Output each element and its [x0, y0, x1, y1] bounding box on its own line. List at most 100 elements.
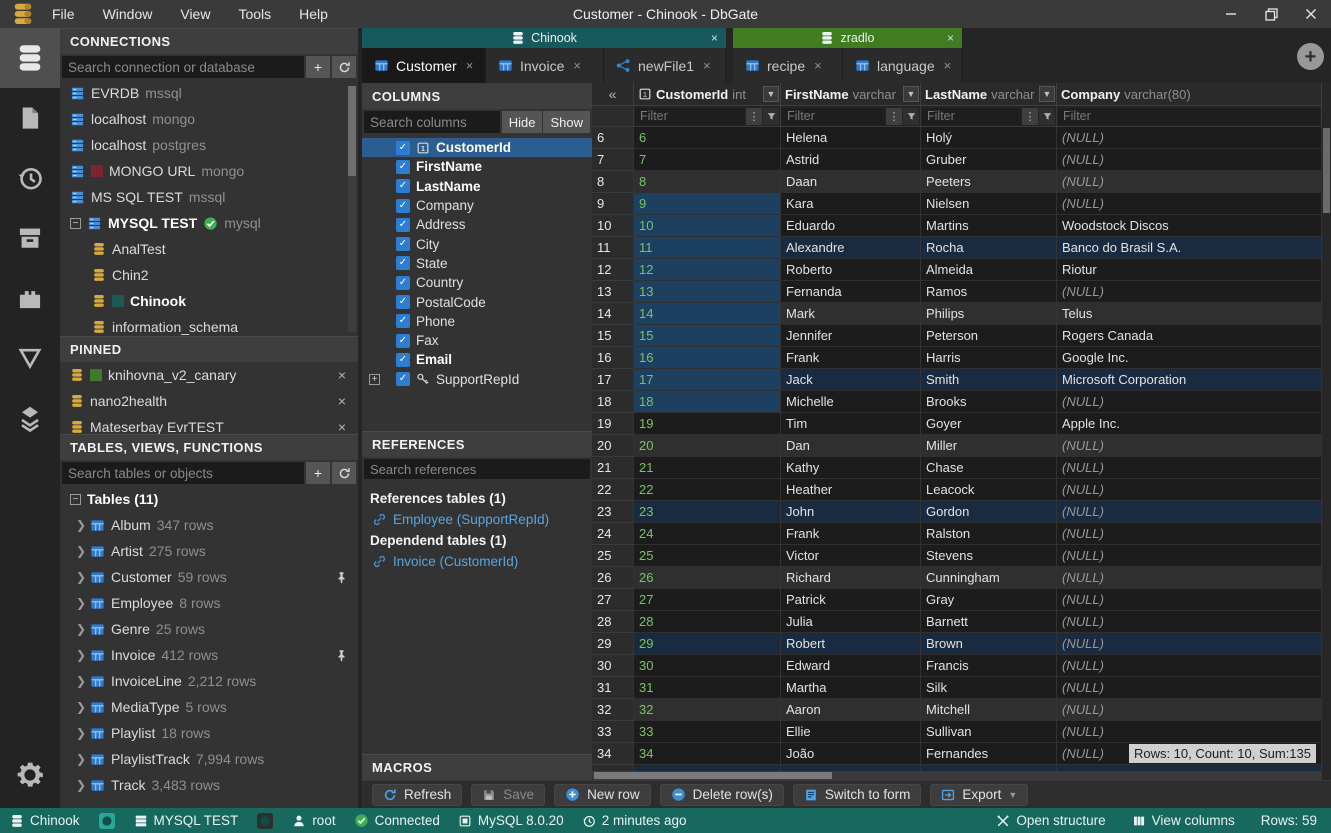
- cell-lastname[interactable]: Barnett: [921, 611, 1057, 633]
- cell-firstname[interactable]: Roberto: [781, 259, 921, 281]
- close-tab-icon[interactable]: ×: [573, 58, 581, 73]
- column-checkbox[interactable]: ✓: [396, 295, 410, 309]
- table-item[interactable]: ❯PlaylistTrack7,994 rows: [60, 746, 358, 772]
- rail-history-icon[interactable]: [0, 148, 60, 208]
- column-checkbox[interactable]: ✓: [396, 334, 410, 348]
- column-item[interactable]: ✓Fax: [362, 331, 592, 350]
- cell-customerid[interactable]: 31: [634, 677, 781, 699]
- rail-filter-triangle-icon[interactable]: [0, 328, 60, 388]
- cell-customerid[interactable]: 14: [634, 303, 781, 325]
- tab-recipe[interactable]: recipe×: [733, 48, 843, 83]
- row-number[interactable]: 9: [592, 193, 634, 215]
- cell-customerid[interactable]: 22: [634, 479, 781, 501]
- cell-customerid[interactable]: 9: [634, 193, 781, 215]
- connection-item[interactable]: −MYSQL TESTmysql: [60, 210, 358, 236]
- row-number[interactable]: 25: [592, 545, 634, 567]
- cell-customerid[interactable]: 25: [634, 545, 781, 567]
- cell-firstname[interactable]: Edward: [781, 655, 921, 677]
- funnel-icon[interactable]: [1039, 108, 1055, 125]
- cell-firstname[interactable]: Tim: [781, 413, 921, 435]
- connection-item[interactable]: localhostpostgres: [60, 132, 358, 158]
- menu-file[interactable]: File: [52, 6, 75, 22]
- chevron-right-icon[interactable]: ❯: [76, 674, 84, 688]
- close-group-icon[interactable]: ×: [711, 31, 718, 45]
- rail-database-icon[interactable]: [0, 28, 60, 88]
- cell-company[interactable]: Riotur: [1057, 259, 1322, 281]
- cell-lastname[interactable]: Peeters: [921, 171, 1057, 193]
- row-number[interactable]: 15: [592, 325, 634, 347]
- column-checkbox[interactable]: ✓: [396, 276, 410, 290]
- cell-customerid[interactable]: 18: [634, 391, 781, 413]
- column-item[interactable]: ✓PostalCode: [362, 292, 592, 311]
- pinned-item[interactable]: knihovna_v2_canary×: [60, 362, 358, 388]
- cell-customerid[interactable]: 33: [634, 721, 781, 743]
- new-tab-button[interactable]: +: [1297, 43, 1324, 70]
- show-columns-button[interactable]: Show: [543, 111, 590, 133]
- chevron-right-icon[interactable]: ❯: [76, 752, 84, 766]
- cell-lastname[interactable]: Fernandes: [921, 743, 1057, 765]
- refresh-tables-button[interactable]: [332, 462, 356, 484]
- refresh-connections-button[interactable]: [332, 56, 356, 78]
- row-number[interactable]: 26: [592, 567, 634, 589]
- cell-lastname[interactable]: Ramos: [921, 281, 1057, 303]
- connection-item[interactable]: information_schema: [60, 314, 358, 336]
- rail-layers-icon[interactable]: [0, 388, 60, 448]
- cell-lastname[interactable]: Gray: [921, 589, 1057, 611]
- row-number[interactable]: 8: [592, 171, 634, 193]
- unpin-close-icon[interactable]: ×: [338, 419, 346, 434]
- minimize-button[interactable]: [1211, 0, 1251, 28]
- chevron-right-icon[interactable]: ❯: [76, 570, 84, 584]
- cell-lastname[interactable]: Nielsen: [921, 193, 1057, 215]
- cell-firstname[interactable]: Martha: [781, 677, 921, 699]
- table-item[interactable]: ❯MediaType5 rows: [60, 694, 358, 720]
- cell-customerid[interactable]: 19: [634, 413, 781, 435]
- hide-columns-button[interactable]: Hide: [502, 111, 543, 133]
- cell-lastname[interactable]: Ralston: [921, 523, 1057, 545]
- status-view-columns[interactable]: View columns: [1132, 813, 1235, 828]
- add-table-button[interactable]: +: [306, 462, 330, 484]
- cell-customerid[interactable]: 23: [634, 501, 781, 523]
- cell-firstname[interactable]: Patrick: [781, 589, 921, 611]
- cell-firstname[interactable]: Victor: [781, 545, 921, 567]
- tables-group-row[interactable]: −Tables (11): [60, 486, 358, 512]
- cell-customerid[interactable]: 12: [634, 259, 781, 281]
- cell-firstname[interactable]: Aaron: [781, 699, 921, 721]
- cell-firstname[interactable]: Heather: [781, 479, 921, 501]
- cell-company[interactable]: (NULL): [1057, 149, 1322, 171]
- table-item[interactable]: ❯InvoiceLine2,212 rows: [60, 668, 358, 694]
- pinned-item[interactable]: nano2health×: [60, 388, 358, 414]
- rail-plugin-icon[interactable]: [0, 268, 60, 328]
- chevron-right-icon[interactable]: ❯: [76, 700, 84, 714]
- tab-language[interactable]: language×: [843, 48, 962, 83]
- cell-company[interactable]: (NULL): [1057, 435, 1322, 457]
- column-item[interactable]: ✓Country: [362, 273, 592, 292]
- row-number[interactable]: 28: [592, 611, 634, 633]
- menu-help[interactable]: Help: [299, 6, 328, 22]
- cell-company[interactable]: (NULL): [1057, 545, 1322, 567]
- column-checkbox[interactable]: ✓: [396, 237, 410, 251]
- cell-firstname[interactable]: Alexandre: [781, 237, 921, 259]
- rail-file-icon[interactable]: [0, 88, 60, 148]
- connection-item[interactable]: AnalTest: [60, 236, 358, 262]
- table-item[interactable]: ❯Customer59 rows: [60, 564, 358, 590]
- row-number[interactable]: 10: [592, 215, 634, 237]
- table-item[interactable]: ❯Employee8 rows: [60, 590, 358, 616]
- column-dropdown-icon[interactable]: ▼: [1039, 86, 1055, 102]
- cell-company[interactable]: Woodstock Discos: [1057, 215, 1322, 237]
- row-number[interactable]: 23: [592, 501, 634, 523]
- column-item[interactable]: ✓Phone: [362, 312, 592, 331]
- row-number[interactable]: 24: [592, 523, 634, 545]
- cell-lastname[interactable]: Smith: [921, 369, 1057, 391]
- connection-item[interactable]: Chin2: [60, 262, 358, 288]
- cell-customerid[interactable]: 30: [634, 655, 781, 677]
- cell-lastname[interactable]: Martins: [921, 215, 1057, 237]
- cell-firstname[interactable]: Daan: [781, 171, 921, 193]
- menu-window[interactable]: Window: [103, 6, 153, 22]
- tables-search-input[interactable]: [62, 462, 304, 484]
- connection-item[interactable]: Chinook: [60, 288, 358, 314]
- column-dropdown-icon[interactable]: ▼: [763, 86, 779, 102]
- cell-customerid[interactable]: 13: [634, 281, 781, 303]
- cell-lastname[interactable]: Leacock: [921, 479, 1057, 501]
- row-number[interactable]: 6: [592, 127, 634, 149]
- filter-input-firstname[interactable]: [782, 108, 885, 125]
